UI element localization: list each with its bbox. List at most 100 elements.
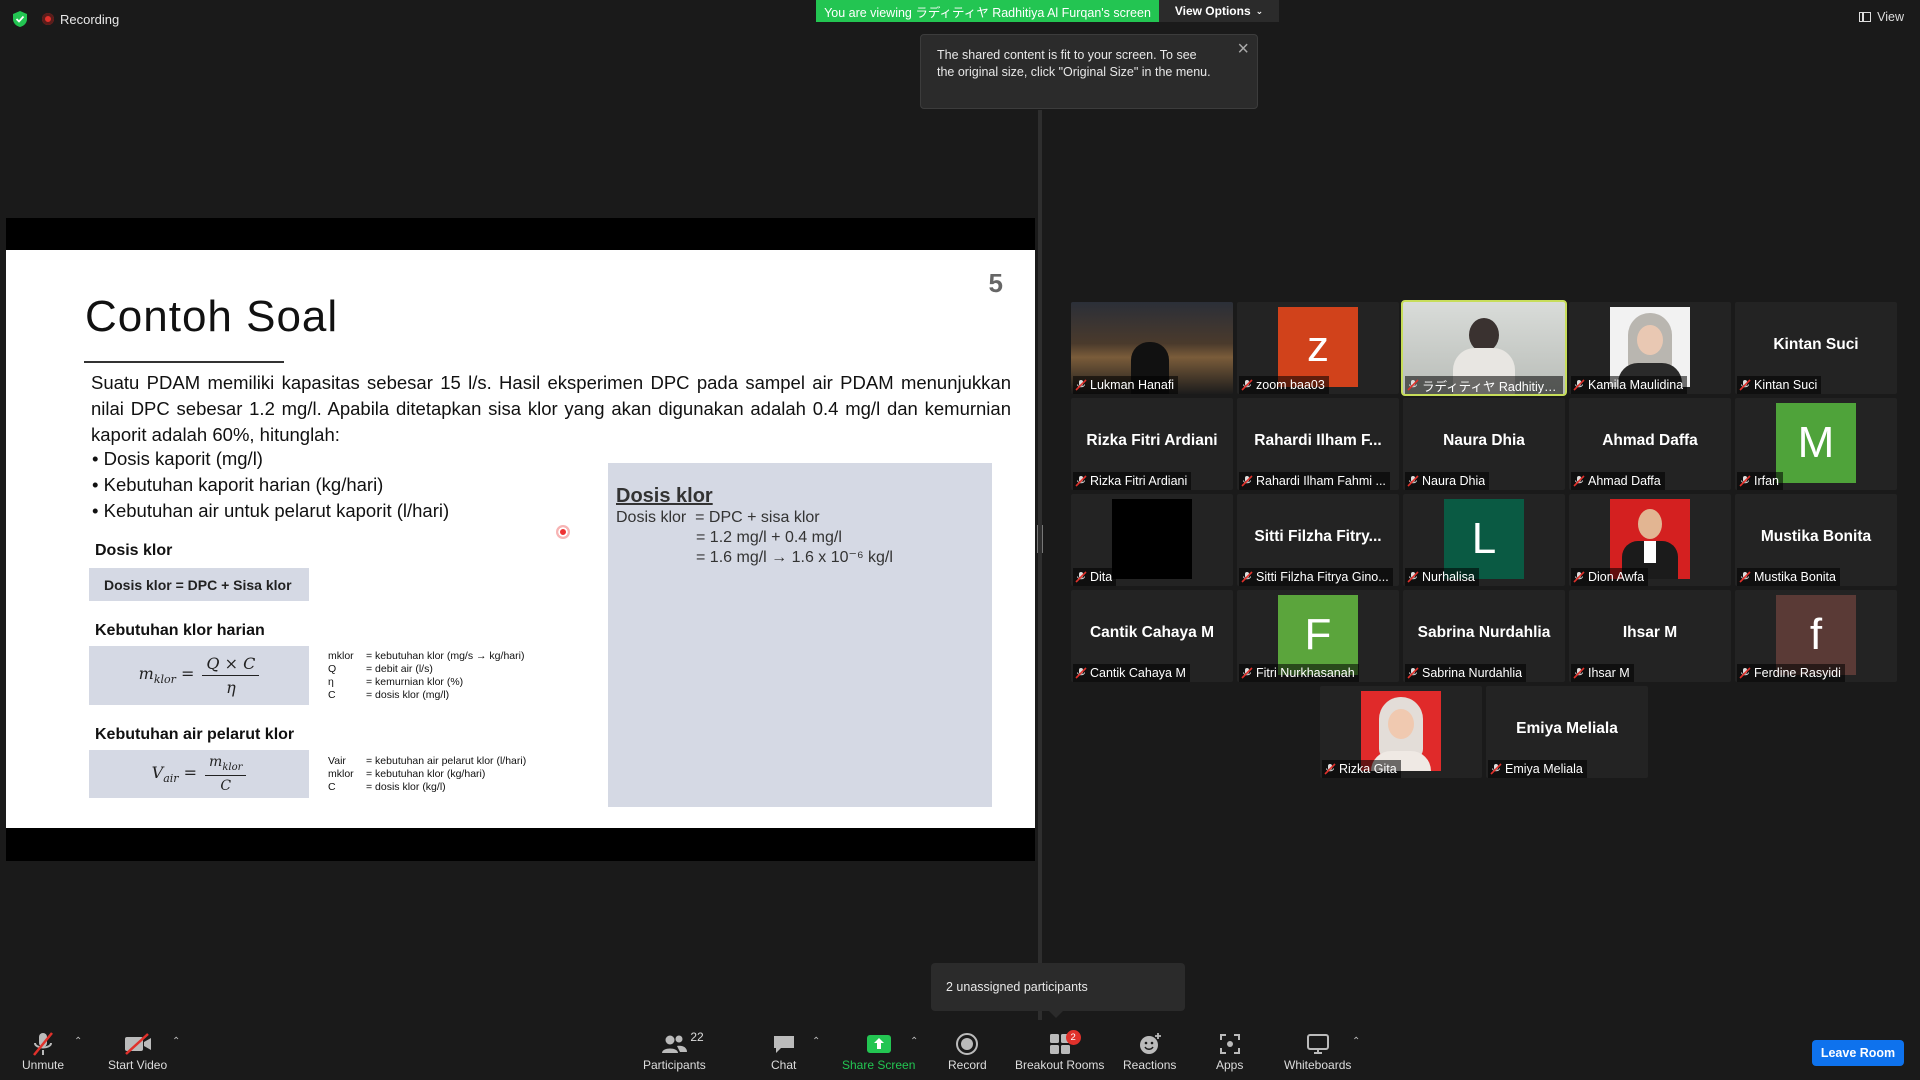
question-list: Dosis kaporit (mg/l) Kebutuhan kaporit h… — [92, 446, 450, 524]
participant-tile[interactable]: Sitti Filzha Fitry... Sitti Filzha Fitrya… — [1237, 494, 1399, 586]
unassigned-participants-popup[interactable]: 2 unassigned participants — [931, 963, 1185, 1018]
mic-muted-icon — [1573, 475, 1585, 487]
breakout-rooms-button[interactable]: 2 Breakout Rooms — [1015, 1030, 1104, 1072]
people-icon: 22 — [644, 1030, 704, 1058]
unmute-label: Unmute — [22, 1058, 65, 1072]
share-screen-button[interactable]: Share Screen — [842, 1030, 915, 1072]
mic-muted-icon — [1739, 475, 1751, 487]
start-video-button[interactable]: Start Video — [108, 1030, 167, 1072]
mic-muted-icon — [1490, 763, 1502, 775]
participant-tile[interactable]: Emiya Meliala Emiya Meliala — [1486, 686, 1648, 778]
whiteboards-button[interactable]: Whiteboards — [1284, 1030, 1351, 1072]
participant-name: Lukman Hanafi — [1090, 378, 1175, 392]
participant-tile[interactable]: Ahmad Daffa Ahmad Daffa — [1569, 398, 1731, 490]
slide-number: 5 — [988, 268, 1003, 298]
participant-tile[interactable]: ラディティヤ Radhitiya Al F... — [1401, 300, 1567, 396]
breakout-rooms-icon: 2 — [1048, 1030, 1081, 1058]
view-options-button[interactable]: View Options ⌄ — [1159, 0, 1279, 22]
apps-button[interactable]: Apps — [1216, 1030, 1243, 1072]
unmute-button[interactable]: Unmute — [22, 1030, 64, 1072]
participant-tile[interactable]: Dion Awfa — [1569, 494, 1731, 586]
participant-tile[interactable]: Kintan Suci Kintan Suci — [1735, 302, 1897, 394]
participant-tile[interactable]: Cantik Cahaya M Cantik Cahaya M — [1071, 590, 1233, 682]
participants-button[interactable]: 22 Participants — [643, 1030, 706, 1072]
mic-muted-icon — [1407, 475, 1419, 487]
formula-harian: mklor = Q × C η — [89, 646, 309, 705]
legend-value: = kemurnian klor (%) — [366, 676, 464, 688]
participant-name: Sitti Filzha Fitrya Gino... — [1256, 570, 1389, 584]
f3-num-sub: klor — [222, 761, 243, 773]
participant-tile[interactable]: Naura Dhia Naura Dhia — [1403, 398, 1565, 490]
f2-lhs-sub: klor — [153, 673, 176, 687]
participant-name-label: Emiya Meliala — [1488, 760, 1587, 778]
avatar — [1610, 499, 1690, 579]
participant-name-label: ラディティヤ Radhitiya Al F... — [1405, 376, 1563, 394]
participant-name-label: Dita — [1073, 568, 1117, 586]
mic-muted-icon — [1407, 379, 1419, 391]
legend-value: = kebutuhan air pelarut klor (l/hari) — [366, 755, 527, 767]
chevron-up-icon[interactable]: ⌃ — [812, 1036, 820, 1047]
participant-name-label: zoom baa03 — [1239, 376, 1329, 394]
view-button[interactable]: View — [1859, 10, 1904, 24]
avatar: z — [1278, 307, 1358, 387]
avatar: F — [1278, 595, 1358, 675]
participant-tile[interactable]: F Fitri Nurkhasanah — [1237, 590, 1399, 682]
chevron-up-icon[interactable]: ⌃ — [172, 1036, 180, 1047]
chevron-up-icon[interactable]: ⌃ — [1352, 1036, 1360, 1047]
chevron-up-icon[interactable]: ⌃ — [910, 1036, 918, 1047]
mic-muted-icon — [1241, 475, 1253, 487]
participant-tile[interactable]: Rahardi Ilham F... Rahardi Ilham Fahmi ..… — [1237, 398, 1399, 490]
participant-tile[interactable]: Rizka Gita — [1320, 686, 1482, 778]
participant-tile[interactable]: Sabrina Nurdahlia Sabrina Nurdahlia — [1403, 590, 1565, 682]
participant-tile[interactable]: Dita — [1071, 494, 1233, 586]
participant-display-name: Kintan Suci — [1773, 336, 1859, 353]
participant-tile[interactable]: f Ferdine Rasyidi — [1735, 590, 1897, 682]
legend-key: C — [328, 689, 336, 701]
participant-tile[interactable]: Ihsar M Ihsar M — [1569, 590, 1731, 682]
reactions-button[interactable]: Reactions — [1123, 1030, 1176, 1072]
answer-line: = 1.6 mg/l → 1.6 x 10⁻⁶ kg/l — [616, 549, 893, 566]
shield-icon[interactable] — [12, 10, 28, 28]
participant-tile[interactable]: z zoom baa03 — [1237, 302, 1399, 394]
chevron-up-icon[interactable]: ⌃ — [74, 1036, 82, 1047]
participant-display-name: Sitti Filzha Fitry... — [1254, 528, 1382, 545]
mic-muted-icon — [1075, 667, 1087, 679]
title-underline — [84, 361, 284, 363]
participant-name: Kamila Maulidina — [1588, 378, 1684, 392]
record-button[interactable]: Record — [948, 1030, 987, 1072]
participant-name-label: Ferdine Rasyidi — [1737, 664, 1845, 682]
participant-tile[interactable]: Lukman Hanafi — [1071, 302, 1233, 394]
divider-grip-handle[interactable] — [1037, 525, 1043, 553]
participant-name-label: Nurhalisa — [1405, 568, 1479, 586]
split-divider[interactable] — [1038, 110, 1042, 1020]
recording-label: Recording — [60, 11, 120, 27]
recording-indicator[interactable]: Recording — [42, 12, 119, 27]
participant-name-label: Ihsar M — [1571, 664, 1634, 682]
smiley-icon — [1137, 1030, 1163, 1058]
mic-muted-icon — [1241, 379, 1253, 391]
f2-denominator: η — [226, 678, 236, 697]
participant-tile[interactable]: Rizka Fitri Ardiani Rizka Fitri Ardiani — [1071, 398, 1233, 490]
participant-name-label: Kamila Maulidina — [1571, 376, 1688, 394]
breakout-badge: 2 — [1065, 1030, 1081, 1045]
view-options-label: View Options — [1174, 4, 1251, 18]
participant-tile[interactable]: Kamila Maulidina — [1569, 302, 1731, 394]
close-icon[interactable]: × — [1237, 39, 1249, 59]
avatar: M — [1776, 403, 1856, 483]
participant-name: Irfan — [1754, 474, 1780, 488]
problem-text: Suatu PDAM memiliki kapasitas sebesar 15… — [91, 372, 1011, 445]
participant-tile[interactable]: M Irfan — [1735, 398, 1897, 490]
participant-tile[interactable]: L Nurhalisa — [1403, 494, 1565, 586]
participant-name: Nurhalisa — [1422, 570, 1475, 584]
participant-display-name: Cantik Cahaya M — [1089, 624, 1215, 641]
chevron-down-icon: ⌄ — [1255, 5, 1264, 16]
record-icon — [955, 1030, 979, 1058]
participant-tile[interactable]: Mustika Bonita Mustika Bonita — [1735, 494, 1897, 586]
participant-name: Rahardi Ilham Fahmi ... — [1256, 474, 1386, 488]
recording-dot-icon — [42, 13, 54, 25]
answer-title: Dosis klor — [616, 485, 713, 507]
video-off-icon — [123, 1030, 153, 1058]
leave-room-button[interactable]: Leave Room — [1812, 1040, 1904, 1066]
legend-value: = dosis klor (kg/l) — [366, 781, 446, 793]
chat-button[interactable]: Chat — [771, 1030, 796, 1072]
